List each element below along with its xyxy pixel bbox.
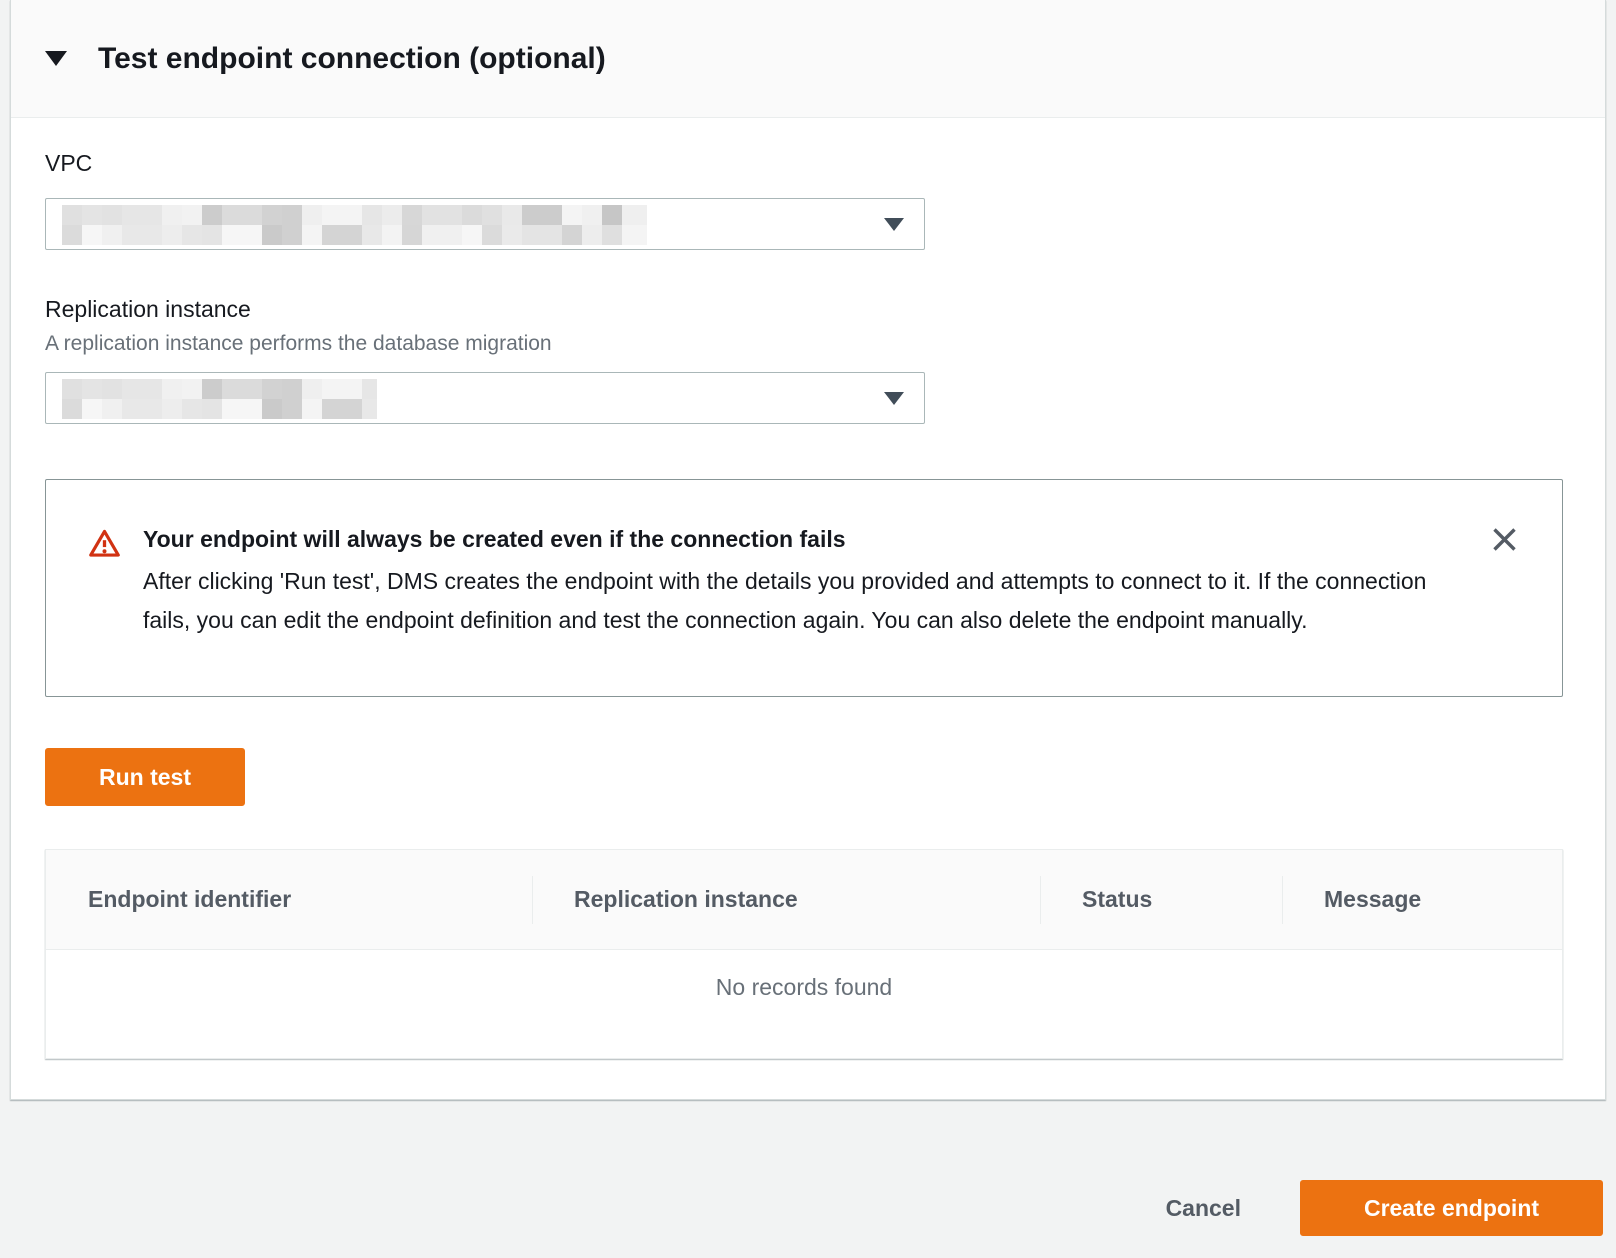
vpc-select[interactable] bbox=[45, 198, 925, 250]
column-header-endpoint-identifier: Endpoint identifier bbox=[46, 850, 532, 949]
run-test-button[interactable]: Run test bbox=[45, 748, 245, 806]
warning-title: Your endpoint will always be created eve… bbox=[143, 524, 1443, 554]
section-title: Test endpoint connection (optional) bbox=[98, 44, 606, 74]
warning-triangle-icon bbox=[88, 527, 121, 565]
create-endpoint-button[interactable]: Create endpoint bbox=[1300, 1180, 1603, 1236]
table-body: No records found bbox=[46, 951, 1562, 1058]
test-endpoint-connection-panel: Test endpoint connection (optional) VPC … bbox=[10, 0, 1606, 1100]
collapse-triangle-icon[interactable] bbox=[45, 51, 67, 66]
replication-instance-description: A replication instance performs the data… bbox=[45, 331, 552, 357]
form-footer-actions: Cancel Create endpoint bbox=[1166, 1180, 1603, 1236]
empty-state-text: No records found bbox=[716, 971, 892, 1058]
caret-down-icon bbox=[884, 392, 904, 405]
vpc-label: VPC bbox=[45, 148, 92, 178]
redacted-vpc-value bbox=[62, 205, 647, 245]
endpoint-warning-alert: Your endpoint will always be created eve… bbox=[45, 479, 1563, 697]
redacted-replication-instance-value bbox=[62, 379, 377, 419]
section-header[interactable]: Test endpoint connection (optional) bbox=[11, 0, 1605, 118]
connection-results-table: Endpoint identifier Replication instance… bbox=[45, 849, 1563, 1059]
column-header-message: Message bbox=[1282, 850, 1562, 949]
close-icon[interactable] bbox=[1487, 522, 1521, 556]
replication-instance-label: Replication instance bbox=[45, 294, 251, 324]
warning-body: After clicking 'Run test', DMS creates t… bbox=[143, 562, 1443, 640]
caret-down-icon bbox=[884, 218, 904, 231]
table-header-row: Endpoint identifier Replication instance… bbox=[46, 850, 1562, 950]
warning-text-block: Your endpoint will always be created eve… bbox=[143, 524, 1443, 640]
cancel-button[interactable]: Cancel bbox=[1166, 1195, 1241, 1222]
replication-instance-select[interactable] bbox=[45, 372, 925, 424]
column-header-status: Status bbox=[1040, 850, 1282, 949]
column-header-replication-instance: Replication instance bbox=[532, 850, 1040, 949]
